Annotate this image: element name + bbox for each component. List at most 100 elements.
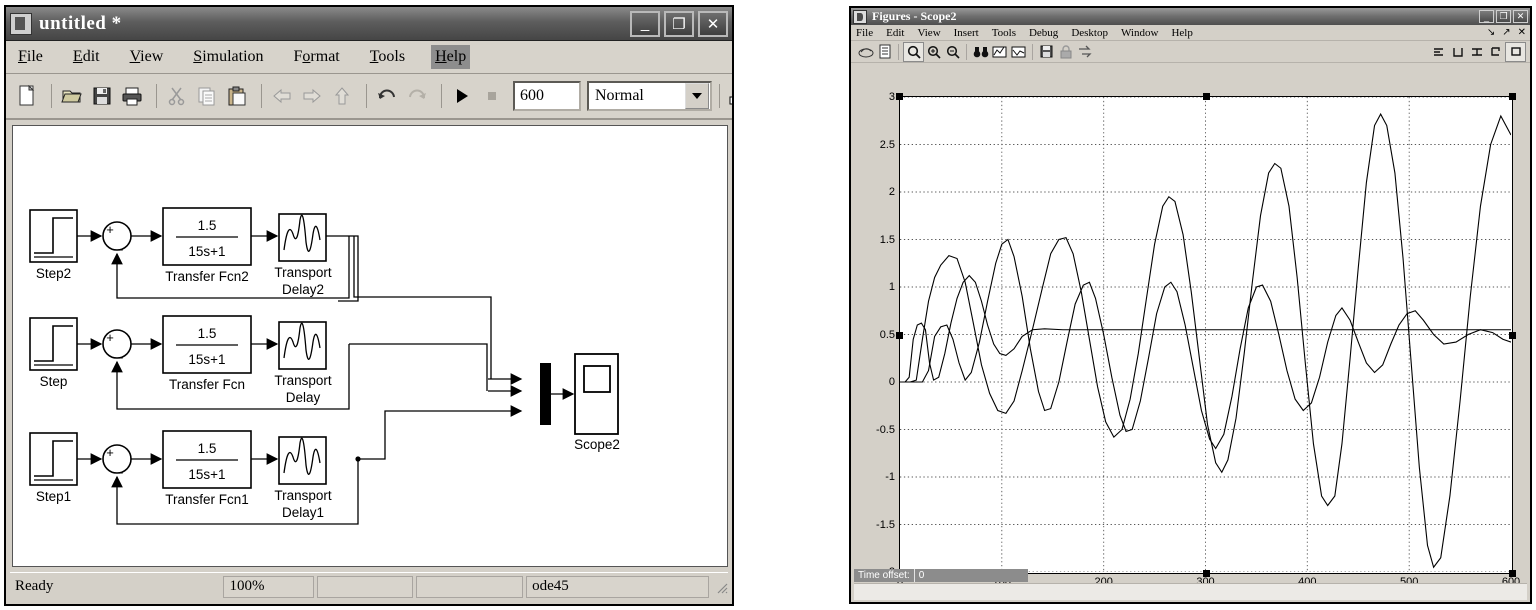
svg-text:1.5: 1.5 xyxy=(198,326,217,341)
print-icon[interactable] xyxy=(856,43,875,61)
cut-icon[interactable] xyxy=(164,83,190,109)
scope-menu-edit[interactable]: Edit xyxy=(886,27,904,39)
scope-titlebar: Figures - Scope2 _ ❐ ✕ xyxy=(851,8,1530,25)
up-arrow-icon[interactable] xyxy=(329,83,355,109)
zoom-reset-icon[interactable] xyxy=(903,41,924,62)
simulink-statusbar: Ready 100% ode45 xyxy=(10,572,728,600)
redo-icon[interactable] xyxy=(404,83,430,109)
open-folder-icon[interactable] xyxy=(59,83,85,109)
axes-autoscale-icon[interactable] xyxy=(1009,43,1028,61)
zoom-in-icon[interactable] xyxy=(924,43,943,61)
label-transport-delay1-line2: Delay1 xyxy=(281,505,325,520)
new-file-icon[interactable] xyxy=(14,83,40,109)
scope-menu-view[interactable]: View xyxy=(917,27,940,39)
layout-2-icon[interactable] xyxy=(1448,43,1467,61)
scope-menu-window[interactable]: Window xyxy=(1121,27,1158,39)
menu-file[interactable]: File xyxy=(14,45,47,69)
menu-simulation[interactable]: Simulation xyxy=(189,45,267,69)
status-zoom: 100% xyxy=(223,575,315,598)
block-transport-delay2 xyxy=(278,213,327,262)
menu-edit[interactable]: Edit xyxy=(69,45,104,69)
scope-menu-tools[interactable]: Tools xyxy=(992,27,1016,39)
maximize-icon: ❐ xyxy=(672,15,686,33)
time-offset-label: Time offset: xyxy=(854,568,914,582)
print-icon[interactable] xyxy=(119,83,145,109)
time-offset-value: 0 xyxy=(913,568,1028,582)
resize-grip[interactable] xyxy=(714,580,728,594)
simulink-window-title: untitled * xyxy=(39,12,122,34)
update-diagram-icon[interactable]: Y xyxy=(727,83,732,109)
pan-binoculars-icon[interactable] xyxy=(971,43,990,61)
save-icon[interactable] xyxy=(89,83,115,109)
axes-handle-tr[interactable] xyxy=(1509,93,1516,100)
scope-menu-desktop[interactable]: Desktop xyxy=(1071,27,1108,39)
label-transport-delay2-line2: Delay2 xyxy=(281,282,325,297)
label-scope2: Scope2 xyxy=(574,437,620,452)
layout-1-icon[interactable] xyxy=(1429,43,1448,61)
status-cell-4 xyxy=(416,575,524,598)
simulink-close-button[interactable]: ✕ xyxy=(698,10,728,37)
menu-view[interactable]: View xyxy=(126,45,168,69)
simulink-maximize-button[interactable]: ❐ xyxy=(664,10,694,37)
scope-close-button[interactable]: ✕ xyxy=(1513,10,1528,23)
scope-bottom-strip xyxy=(854,583,1527,600)
scope-maximize-button[interactable]: ❐ xyxy=(1496,10,1511,23)
axes-handle-tc[interactable] xyxy=(1202,93,1210,100)
restore-icon[interactable] xyxy=(1075,43,1094,61)
axes-handle-ml[interactable] xyxy=(896,331,903,339)
close-icon[interactable]: ✕ xyxy=(1518,27,1526,38)
toolbar-separator xyxy=(441,84,442,108)
lock-icon[interactable] xyxy=(1056,43,1075,61)
undo-icon[interactable] xyxy=(374,83,400,109)
copy-icon[interactable] xyxy=(194,83,220,109)
chevron-down-icon[interactable] xyxy=(685,83,709,109)
scope-menu-file[interactable]: File xyxy=(856,27,873,39)
scope-menu-debug[interactable]: Debug xyxy=(1029,27,1058,39)
floppy-save-icon[interactable] xyxy=(1037,43,1056,61)
start-simulation-icon[interactable] xyxy=(449,83,475,109)
stop-time-value: 600 xyxy=(520,87,544,104)
layout-3-icon[interactable] xyxy=(1467,43,1486,61)
simulink-minimize-button[interactable]: _ xyxy=(630,10,660,37)
label-transport-delay1-line1: Transport xyxy=(274,488,332,503)
print-preview-icon[interactable] xyxy=(875,43,894,61)
block-step2 xyxy=(29,209,78,263)
back-arrow-icon[interactable] xyxy=(269,83,295,109)
menu-help[interactable]: Help xyxy=(431,45,471,69)
undock-icon[interactable]: ↗ xyxy=(1502,27,1510,38)
layout-4-icon[interactable] xyxy=(1486,43,1505,61)
matlab-app-icon xyxy=(853,9,867,24)
forward-arrow-icon[interactable] xyxy=(299,83,325,109)
scope-menu-insert[interactable]: Insert xyxy=(954,27,979,39)
axes-handle-mr[interactable] xyxy=(1509,331,1516,339)
dock-arrow-icon[interactable]: ↘ xyxy=(1487,27,1495,38)
menu-tools[interactable]: Tools xyxy=(366,45,409,69)
svg-text:_: _ xyxy=(114,344,123,359)
paste-icon[interactable] xyxy=(224,83,250,109)
label-transport-delay2-line1: Transport xyxy=(274,265,332,280)
toolbar-separator xyxy=(156,84,157,108)
label-step: Step xyxy=(39,374,68,389)
layout-full-icon[interactable] xyxy=(1505,41,1526,62)
svg-text:_: _ xyxy=(114,236,123,251)
label-transfer-fcn: Transfer Fcn xyxy=(168,377,246,392)
scope-minimize-button[interactable]: _ xyxy=(1479,10,1494,23)
scope-plot-area: -2-1.5-1-0.500.511.522.53 01002003004005… xyxy=(854,66,1527,588)
stop-simulation-icon[interactable] xyxy=(479,83,505,109)
block-mux xyxy=(483,363,551,425)
simulink-model-canvas[interactable]: + _ 1.5 15s+1 + _ 1.5 15s+1 + _ 1.5 15s+… xyxy=(12,125,728,567)
scope-menu-help[interactable]: Help xyxy=(1171,27,1192,39)
block-step xyxy=(29,317,78,371)
close-icon: ✕ xyxy=(1516,11,1525,21)
stop-time-input[interactable]: 600 xyxy=(513,81,581,111)
scope-statusbar: Time offset: 0 xyxy=(854,568,1028,582)
scope-toolbar xyxy=(851,41,1530,63)
scope-axes[interactable]: -2-1.5-1-0.500.511.522.53 01002003004005… xyxy=(876,91,1520,588)
axes-fit-icon[interactable] xyxy=(990,43,1009,61)
zoom-out-icon[interactable] xyxy=(943,43,962,61)
scope-window-title: Figures - Scope2 xyxy=(872,9,957,23)
sim-mode-select[interactable]: Normal xyxy=(587,81,712,111)
axes-handle-tl[interactable] xyxy=(896,93,903,100)
menu-format[interactable]: Format xyxy=(290,45,344,69)
toolbar-separator xyxy=(261,84,262,108)
